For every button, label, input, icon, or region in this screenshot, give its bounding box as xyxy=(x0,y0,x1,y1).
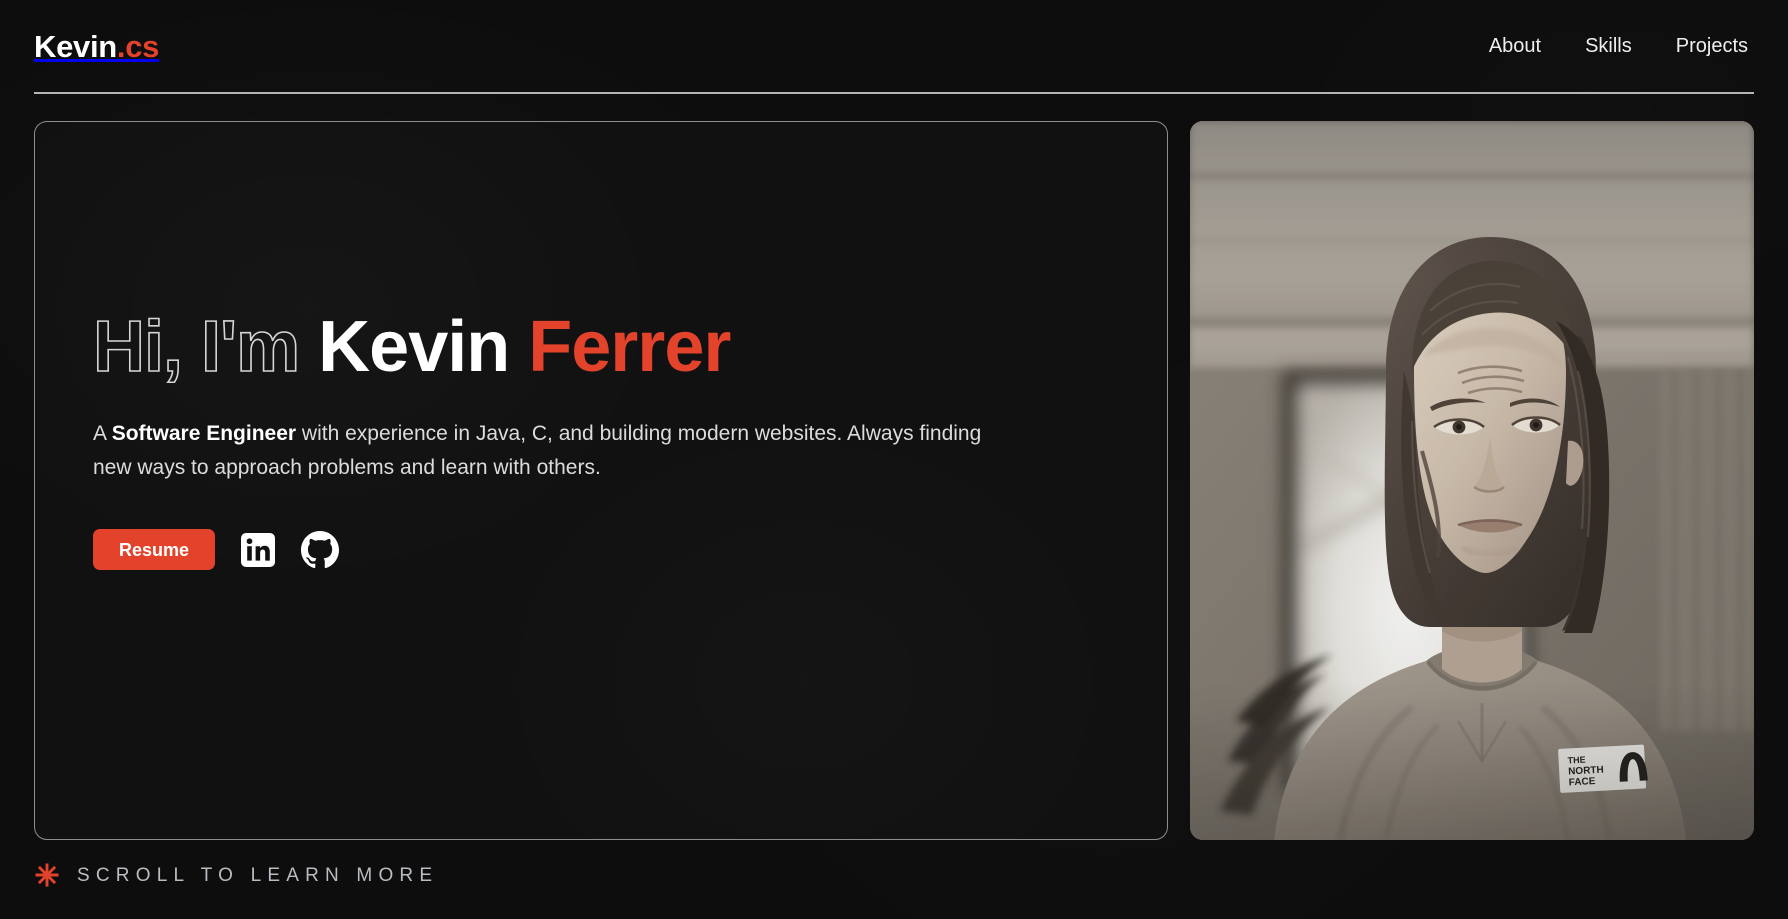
portrait-photo: THE NORTH FACE xyxy=(1190,121,1754,840)
nav-link-skills[interactable]: Skills xyxy=(1585,36,1632,56)
headline-last-name: Ferrer xyxy=(528,307,731,387)
page-root: Kevin.cs About Skills Projects Hi, I'm K… xyxy=(0,0,1788,919)
hero-section: Hi, I'm Kevin Ferrer A Software Engineer… xyxy=(34,121,1754,840)
nav-link-about[interactable]: About xyxy=(1489,36,1541,56)
site-header: Kevin.cs About Skills Projects xyxy=(34,0,1754,94)
portrait-card: THE NORTH FACE xyxy=(1190,121,1754,840)
hero-headline: Hi, I'm Kevin Ferrer xyxy=(92,310,1093,384)
intro-role: Software Engineer xyxy=(111,422,297,445)
brand-extension: .cs xyxy=(116,28,160,64)
intro-card: Hi, I'm Kevin Ferrer A Software Engineer… xyxy=(34,121,1168,840)
headline-greeting: Hi, I'm xyxy=(92,307,301,387)
scroll-cue-label: SCROLL TO LEARN MORE xyxy=(77,864,439,886)
nav-link-projects[interactable]: Projects xyxy=(1676,36,1748,56)
intro-content: Hi, I'm Kevin Ferrer A Software Engineer… xyxy=(92,310,1093,571)
brand-logo[interactable]: Kevin.cs xyxy=(34,31,159,62)
scroll-cue[interactable]: SCROLL TO LEARN MORE xyxy=(34,862,438,888)
asterisk-star-icon xyxy=(34,862,60,888)
hero-description: A Software Engineer with experience in J… xyxy=(93,417,998,485)
primary-navigation: About Skills Projects xyxy=(1489,36,1754,56)
hero-actions: Resume xyxy=(93,529,1093,571)
github-icon xyxy=(301,530,340,569)
resume-button[interactable]: Resume xyxy=(93,529,216,571)
brand-name: Kevin xyxy=(34,28,117,64)
intro-lead: A xyxy=(93,422,112,445)
github-link[interactable] xyxy=(301,530,340,569)
headline-first-name: Kevin xyxy=(318,307,510,387)
linkedin-icon xyxy=(241,532,276,567)
linkedin-link[interactable] xyxy=(239,531,277,569)
